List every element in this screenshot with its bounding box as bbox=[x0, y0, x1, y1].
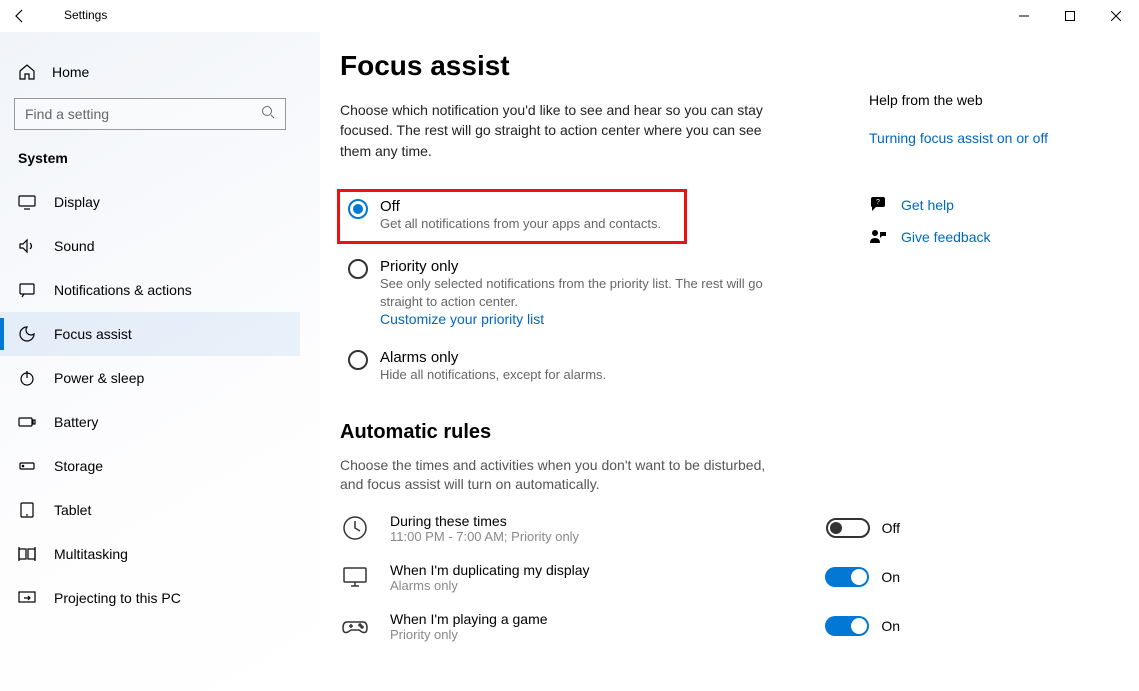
radio-label: Alarms only bbox=[380, 349, 810, 366]
feedback-icon bbox=[869, 228, 887, 246]
maximize-button[interactable] bbox=[1047, 0, 1093, 32]
sidebar-item-notifications[interactable]: Notifications & actions bbox=[0, 268, 300, 312]
minimize-button[interactable] bbox=[1001, 0, 1047, 32]
rule-playing-game[interactable]: When I'm playing a game Priority only On bbox=[340, 611, 900, 642]
home-nav[interactable]: Home bbox=[0, 54, 300, 90]
search-icon bbox=[261, 105, 275, 124]
focus-assist-icon bbox=[18, 325, 36, 343]
sidebar-item-storage[interactable]: Storage bbox=[0, 444, 300, 488]
rule-toggle[interactable] bbox=[826, 518, 870, 538]
toggle-state: Off bbox=[882, 520, 900, 536]
search-box[interactable] bbox=[14, 98, 286, 130]
radio-label: Priority only bbox=[380, 258, 810, 275]
sidebar-item-focus-assist[interactable]: Focus assist bbox=[0, 312, 300, 356]
sidebar-item-label: Storage bbox=[54, 458, 103, 474]
rule-toggle[interactable] bbox=[825, 616, 869, 636]
radio-indicator bbox=[348, 350, 368, 370]
power-icon bbox=[18, 369, 36, 387]
display-icon bbox=[18, 193, 36, 211]
page-title: Focus assist bbox=[340, 50, 1139, 82]
help-chat-icon: ? bbox=[869, 196, 887, 214]
radio-label: Off bbox=[380, 198, 674, 215]
automatic-rules-desc: Choose the times and activities when you… bbox=[340, 456, 770, 495]
rule-title: During these times bbox=[390, 513, 806, 529]
tablet-icon bbox=[18, 501, 36, 519]
search-input[interactable] bbox=[25, 106, 261, 122]
help-panel: Help from the web Turning focus assist o… bbox=[869, 92, 1109, 260]
rule-sub: 11:00 PM - 7:00 AM; Priority only bbox=[390, 529, 806, 544]
toggle-state: On bbox=[881, 569, 900, 585]
sidebar-item-multitasking[interactable]: Multitasking bbox=[0, 532, 300, 576]
sidebar-item-projecting[interactable]: Projecting to this PC bbox=[0, 576, 300, 620]
radio-sublabel: See only selected notifications from the… bbox=[380, 275, 800, 311]
titlebar: Settings bbox=[0, 0, 1139, 32]
sidebar-item-label: Display bbox=[54, 194, 100, 210]
radio-alarms-only[interactable]: Alarms only Hide all notifications, exce… bbox=[340, 343, 820, 392]
page-description: Choose which notification you'd like to … bbox=[340, 100, 770, 161]
give-feedback-link[interactable]: Give feedback bbox=[869, 228, 1109, 246]
gamepad-icon bbox=[340, 611, 370, 641]
rule-duplicating-display[interactable]: When I'm duplicating my display Alarms o… bbox=[340, 562, 900, 593]
home-label: Home bbox=[52, 64, 89, 80]
sidebar-item-label: Power & sleep bbox=[54, 370, 144, 386]
sidebar-item-label: Multitasking bbox=[54, 546, 128, 562]
help-link-focus-assist[interactable]: Turning focus assist on or off bbox=[869, 130, 1109, 146]
rule-sub: Alarms only bbox=[390, 578, 805, 593]
window-title: Settings bbox=[64, 8, 107, 22]
sidebar-item-battery[interactable]: Battery bbox=[0, 400, 300, 444]
rule-during-times[interactable]: During these times 11:00 PM - 7:00 AM; P… bbox=[340, 513, 900, 544]
feedback-label: Give feedback bbox=[901, 229, 991, 245]
radio-indicator bbox=[348, 259, 368, 279]
rule-toggle[interactable] bbox=[825, 567, 869, 587]
rule-sub: Priority only bbox=[390, 627, 805, 642]
toggle-state: On bbox=[881, 618, 900, 634]
battery-icon bbox=[18, 413, 36, 431]
sidebar-item-label: Focus assist bbox=[54, 326, 132, 342]
section-label: System bbox=[0, 144, 300, 180]
svg-text:?: ? bbox=[876, 199, 880, 206]
multitasking-icon bbox=[18, 545, 36, 563]
close-button[interactable] bbox=[1093, 0, 1139, 32]
sidebar-item-tablet[interactable]: Tablet bbox=[0, 488, 300, 532]
back-button[interactable] bbox=[12, 8, 28, 29]
radio-sublabel: Hide all notifications, except for alarm… bbox=[380, 366, 800, 384]
customize-priority-link[interactable]: Customize your priority list bbox=[380, 311, 810, 327]
monitor-icon bbox=[340, 562, 370, 592]
radio-sublabel: Get all notifications from your apps and… bbox=[380, 215, 674, 233]
sidebar-item-sound[interactable]: Sound bbox=[0, 224, 300, 268]
sidebar: Home System Display Sound Notifications … bbox=[0, 32, 320, 691]
sidebar-item-display[interactable]: Display bbox=[0, 180, 300, 224]
sound-icon bbox=[18, 237, 36, 255]
storage-icon bbox=[18, 457, 36, 475]
home-icon bbox=[18, 63, 36, 81]
sidebar-item-label: Tablet bbox=[54, 502, 91, 518]
radio-indicator bbox=[348, 199, 368, 219]
radio-priority-only[interactable]: Priority only See only selected notifica… bbox=[340, 252, 820, 335]
automatic-rules-heading: Automatic rules bbox=[340, 421, 1139, 444]
sidebar-item-power[interactable]: Power & sleep bbox=[0, 356, 300, 400]
radio-off[interactable]: Off Get all notifications from your apps… bbox=[337, 189, 687, 244]
rule-title: When I'm playing a game bbox=[390, 611, 805, 627]
get-help-label: Get help bbox=[901, 197, 954, 213]
notifications-icon bbox=[18, 281, 36, 299]
projecting-icon bbox=[18, 589, 36, 607]
sidebar-item-label: Sound bbox=[54, 238, 94, 254]
sidebar-item-label: Battery bbox=[54, 414, 98, 430]
help-heading: Help from the web bbox=[869, 92, 1109, 108]
sidebar-item-label: Notifications & actions bbox=[54, 282, 192, 298]
sidebar-item-label: Projecting to this PC bbox=[54, 590, 181, 606]
rule-title: When I'm duplicating my display bbox=[390, 562, 805, 578]
clock-icon bbox=[340, 513, 370, 543]
focus-mode-radio-group: Off Get all notifications from your apps… bbox=[340, 189, 820, 393]
get-help-link[interactable]: ? Get help bbox=[869, 196, 1109, 214]
